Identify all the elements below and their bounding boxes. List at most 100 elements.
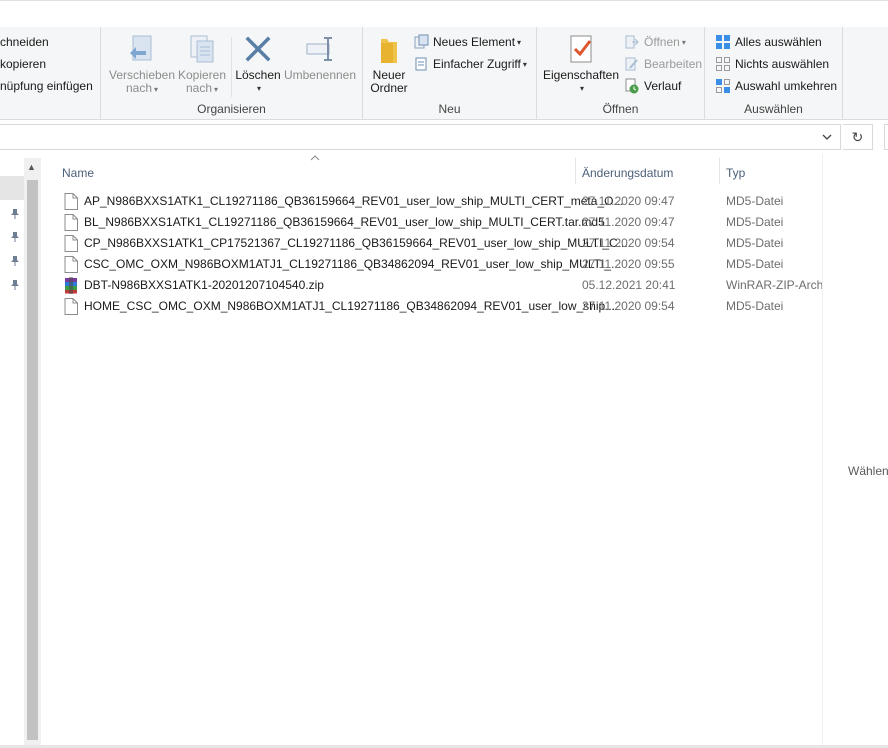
cut-button[interactable]: chneiden bbox=[0, 32, 49, 52]
scroll-up-arrow-icon[interactable]: ▲ bbox=[27, 162, 36, 172]
open-button[interactable]: Öffnen ▾ bbox=[624, 32, 686, 52]
column-separator[interactable] bbox=[719, 158, 720, 184]
copy-path-label: kopieren bbox=[0, 57, 47, 71]
ribbon-group-select: Alles auswählen Nichts auswählen Auswahl… bbox=[705, 27, 843, 121]
cut-label: chneiden bbox=[0, 35, 49, 49]
file-row[interactable]: HOME_CSC_OMC_OXM_N986BOXM1ATJ1_CL1927118… bbox=[56, 296, 824, 317]
copy-to-icon bbox=[190, 35, 214, 63]
preview-pane-hint: Wählen bbox=[848, 464, 888, 478]
address-bar[interactable] bbox=[0, 124, 841, 150]
file-date: 27.11.2020 09:54 bbox=[582, 236, 675, 250]
file-type: MD5-Datei bbox=[726, 299, 784, 313]
file-row[interactable]: CP_N986BXXS1ATK1_CP17521367_CL19271186_Q… bbox=[56, 233, 824, 254]
copy-to-label-2: nach ▾ bbox=[185, 81, 219, 95]
refresh-button[interactable]: ↻ bbox=[843, 124, 873, 150]
easy-access-icon bbox=[415, 57, 427, 71]
column-date-label: Änderungsdatum bbox=[582, 166, 674, 180]
select-all-icon bbox=[716, 35, 730, 49]
select-none-button[interactable]: Nichts auswählen bbox=[715, 54, 829, 74]
properties-check-icon bbox=[570, 35, 592, 63]
copy-to-button[interactable]: Kopieren nach ▾ bbox=[173, 33, 231, 96]
file-name: BL_N986BXXS1ATK1_CL19271186_QB36159664_R… bbox=[84, 215, 605, 229]
easy-access-button[interactable]: Einfacher Zugriff ▾ bbox=[413, 54, 527, 74]
new-item-button[interactable]: Neues Element ▾ bbox=[413, 32, 521, 52]
file-row[interactable]: CSC_OMC_OXM_N986BOXM1ATJ1_CL19271186_QB3… bbox=[56, 254, 824, 275]
edit-button[interactable]: Bearbeiten bbox=[624, 54, 702, 74]
rename-icon bbox=[306, 37, 332, 61]
properties-dropdown-arrow[interactable]: ▾ bbox=[580, 82, 584, 95]
delete-x-icon bbox=[245, 36, 271, 62]
new-folder-label-2: Ordner bbox=[370, 81, 408, 95]
search-box[interactable] bbox=[884, 124, 888, 150]
ribbon: chneiden kopieren nüpfung einfügen Versc… bbox=[0, 0, 888, 121]
rename-label: Umbenennen bbox=[283, 68, 357, 82]
open-icon bbox=[625, 35, 639, 49]
move-to-button[interactable]: Verschieben nach ▾ bbox=[109, 33, 175, 96]
file-date: 27.11.2020 09:54 bbox=[582, 299, 675, 313]
new-folder-button[interactable]: Neuer Ordner bbox=[368, 33, 410, 95]
column-header-date[interactable]: Änderungsdatum bbox=[582, 161, 718, 185]
column-header-type[interactable]: Typ bbox=[726, 161, 822, 185]
pin-icon bbox=[11, 280, 19, 290]
easy-access-label: Einfacher Zugriff bbox=[433, 57, 521, 71]
file-type: MD5-Datei bbox=[726, 194, 784, 208]
md5-file-icon bbox=[64, 214, 78, 231]
file-type: WinRAR-ZIP-Arch bbox=[726, 278, 824, 292]
ribbon-group-organize: Verschieben nach ▾ Kopieren nach ▾ Löschen… bbox=[101, 27, 363, 121]
invert-selection-button[interactable]: Auswahl umkehren bbox=[715, 76, 837, 96]
history-icon bbox=[625, 78, 639, 94]
open-label: Öffnen bbox=[644, 35, 680, 49]
md5-file-icon bbox=[64, 256, 78, 273]
paste-shortcut-button[interactable]: nüpfung einfügen bbox=[0, 76, 93, 96]
file-date: 05.12.2021 20:41 bbox=[582, 278, 676, 292]
ribbon-group-new: Neuer Ordner Neues Element ▾ Einfacher Z… bbox=[363, 27, 537, 121]
history-button[interactable]: Verlauf bbox=[624, 76, 681, 96]
file-type: MD5-Datei bbox=[726, 236, 784, 250]
delete-button[interactable]: Löschen ▾ bbox=[234, 33, 282, 95]
select-none-icon bbox=[716, 57, 730, 71]
file-row[interactable]: AP_N986BXXS1ATK1_CL19271186_QB36159664_R… bbox=[56, 191, 824, 212]
file-name: CSC_OMC_OXM_N986BOXM1ATJ1_CL19271186_QB3… bbox=[84, 257, 621, 271]
column-separator[interactable] bbox=[575, 158, 576, 184]
properties-label: Eigenschaften bbox=[542, 68, 620, 82]
ribbon-tab-strip bbox=[0, 1, 888, 27]
properties-button[interactable]: Eigenschaften ▾ bbox=[541, 33, 621, 95]
file-name: DBT-N986BXXS1ATK1-20201207104540.zip bbox=[84, 278, 324, 292]
delete-label: Löschen bbox=[235, 68, 281, 82]
address-bar-row: ↻ bbox=[0, 120, 888, 154]
nav-scrollbar-thumb[interactable] bbox=[27, 180, 38, 740]
select-group-label: Auswählen bbox=[744, 102, 803, 116]
select-none-label: Nichts auswählen bbox=[735, 57, 830, 71]
open-group-label: Öffnen bbox=[602, 102, 639, 116]
md5-file-icon bbox=[64, 193, 78, 210]
select-all-button[interactable]: Alles auswählen bbox=[715, 32, 822, 52]
file-date: 27.11.2020 09:47 bbox=[582, 194, 675, 208]
file-date: 27.11.2020 09:55 bbox=[582, 257, 675, 271]
preview-pane-divider[interactable] bbox=[822, 154, 823, 748]
rename-button[interactable]: Umbenennen bbox=[283, 33, 357, 82]
copy-path-button[interactable]: kopieren bbox=[0, 54, 46, 74]
move-to-icon bbox=[130, 35, 152, 61]
invert-selection-label: Auswahl umkehren bbox=[735, 79, 838, 93]
new-group-label: Neu bbox=[438, 102, 461, 116]
column-name-label: Name bbox=[62, 166, 95, 180]
chevron-down-icon[interactable] bbox=[820, 130, 834, 144]
nav-item-selected[interactable] bbox=[0, 176, 24, 200]
file-type: MD5-Datei bbox=[726, 215, 784, 229]
column-type-label: Typ bbox=[726, 166, 746, 180]
organize-divider bbox=[231, 37, 232, 97]
ribbon-group-clipboard: chneiden kopieren nüpfung einfügen bbox=[0, 27, 101, 121]
pin-icon bbox=[11, 256, 19, 266]
nav-scrollbar[interactable]: ▲ bbox=[24, 158, 41, 748]
md5-file-icon bbox=[64, 235, 78, 252]
paste-shortcut-label: nüpfung einfügen bbox=[0, 79, 93, 93]
file-name: AP_N986BXXS1ATK1_CL19271186_QB36159664_R… bbox=[84, 194, 624, 208]
column-header-name[interactable]: Name bbox=[62, 161, 574, 185]
pin-icon bbox=[11, 209, 19, 219]
edit-icon bbox=[625, 57, 638, 71]
file-row[interactable]: BL_N986BXXS1ATK1_CL19271186_QB36159664_R… bbox=[56, 212, 824, 233]
md5-file-icon bbox=[64, 298, 78, 315]
ribbon-group-open: Eigenschaften ▾ Öffnen ▾ Bearbeiten Verl… bbox=[537, 27, 705, 121]
delete-dropdown-arrow[interactable]: ▾ bbox=[257, 82, 261, 95]
file-row[interactable]: DBT-N986BXXS1ATK1-20201207104540.zip 05.… bbox=[56, 275, 824, 296]
